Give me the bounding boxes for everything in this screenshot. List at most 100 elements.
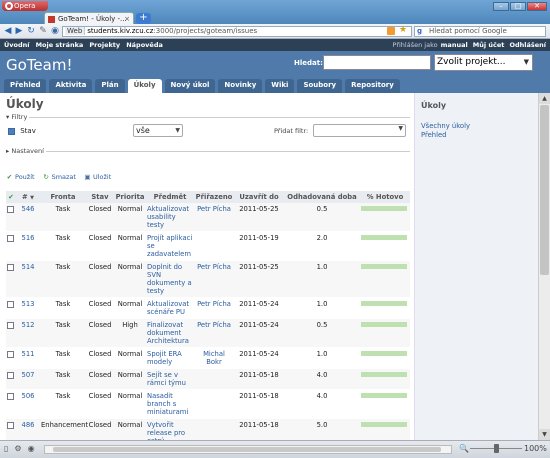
- issue-id-link[interactable]: 507: [22, 371, 35, 379]
- column-header-due-date[interactable]: Uzavřít do: [234, 191, 284, 203]
- turbo-icon[interactable]: ◉: [28, 444, 35, 453]
- issue-subject-link[interactable]: Projít aplikaci se zadavatelem: [147, 234, 192, 258]
- add-filter-select[interactable]: ▼: [313, 124, 406, 137]
- filter-operator-select[interactable]: vše ▼: [133, 124, 183, 137]
- issue-id-link[interactable]: 512: [22, 321, 35, 329]
- column-header-done[interactable]: % Hotovo: [360, 191, 410, 203]
- table-row[interactable]: 511 Task Closed Normal Spojit ERA modely Mich…: [6, 347, 410, 369]
- opera-menu-button[interactable]: Opera: [2, 1, 48, 11]
- horizontal-scrollbar[interactable]: [44, 445, 452, 454]
- settings-legend[interactable]: ▸ Nastavení: [6, 147, 46, 155]
- tab-files[interactable]: Soubory: [297, 79, 343, 93]
- reload-icon[interactable]: ↻: [26, 26, 36, 36]
- sidebar-link-summary[interactable]: Přehled: [421, 131, 532, 140]
- scroll-up-icon[interactable]: ▲: [539, 93, 550, 104]
- row-checkbox[interactable]: [7, 300, 14, 308]
- issue-id-link[interactable]: 546: [22, 205, 35, 213]
- table-row[interactable]: 506 Task Closed Normal Nasadit branch s mini…: [6, 389, 410, 419]
- filter-stav-checkbox[interactable]: [8, 127, 15, 135]
- forward-icon[interactable]: ▶: [14, 26, 24, 36]
- tab-news[interactable]: Novinky: [218, 79, 263, 93]
- scrollbar-thumb[interactable]: [540, 105, 549, 275]
- issue-assignee-link[interactable]: Petr Pícha: [197, 263, 231, 271]
- issue-assignee-link[interactable]: Michal Bokr: [203, 350, 225, 366]
- logged-in-user[interactable]: manual: [441, 41, 468, 49]
- tab-activity[interactable]: Aktivita: [49, 79, 93, 93]
- tab-issues[interactable]: Úkoly: [127, 79, 162, 93]
- row-checkbox[interactable]: [7, 350, 14, 358]
- issue-subject-link[interactable]: Aktualizovat scénáře PU: [147, 300, 189, 316]
- row-checkbox[interactable]: [7, 392, 14, 400]
- column-header-priority[interactable]: Priorita: [114, 191, 146, 203]
- clear-button[interactable]: ↻ Smazat: [43, 173, 76, 181]
- edit-icon[interactable]: ✎: [38, 26, 48, 36]
- column-header-subject[interactable]: Předmět: [146, 191, 194, 203]
- column-header-estimate[interactable]: Odhadovaná doba: [284, 191, 360, 203]
- zoom-slider[interactable]: [470, 444, 522, 453]
- new-tab-button[interactable]: +: [136, 13, 151, 24]
- issue-subject-link[interactable]: Sejít se v rámci týmu: [147, 371, 186, 387]
- issue-id-link[interactable]: 511: [22, 350, 35, 358]
- issue-id-link[interactable]: 486: [22, 421, 35, 429]
- issue-assignee-link[interactable]: Petr Pícha: [197, 205, 231, 213]
- column-header-assignee[interactable]: Přiřazeno: [194, 191, 234, 203]
- row-checkbox[interactable]: [7, 263, 14, 271]
- row-checkbox[interactable]: [7, 371, 14, 379]
- row-checkbox[interactable]: [7, 421, 14, 429]
- vertical-scrollbar[interactable]: ▲ ▼: [538, 93, 550, 440]
- issue-subject-link[interactable]: Vytvořit release pro ostrý: [147, 421, 185, 440]
- issue-subject-link[interactable]: Aktualizovat usability testy: [147, 205, 189, 229]
- sidebar-link-all-issues[interactable]: Všechny úkoly: [421, 122, 532, 131]
- tab-roadmap[interactable]: Plán: [95, 79, 125, 93]
- panel-toggle-icon[interactable]: ▯: [4, 444, 8, 453]
- filters-legend[interactable]: ▾ Filtry: [6, 113, 30, 121]
- table-row[interactable]: 546 Task Closed Normal Aktualizovat usabilit…: [6, 203, 410, 232]
- row-checkbox[interactable]: [7, 205, 14, 213]
- column-header-id[interactable]: # ▼: [16, 191, 40, 203]
- top-menu-home[interactable]: Úvodní: [4, 41, 30, 49]
- issue-id-link[interactable]: 513: [22, 300, 35, 308]
- close-window-button[interactable]: ✕: [527, 2, 547, 11]
- back-icon[interactable]: ◀: [3, 26, 13, 36]
- rss-icon[interactable]: [387, 27, 395, 35]
- tab-repository[interactable]: Repository: [345, 79, 400, 93]
- tab-wiki[interactable]: Wiki: [265, 79, 295, 93]
- top-menu-projects[interactable]: Projekty: [89, 41, 120, 49]
- horizontal-scrollbar-thumb[interactable]: [53, 447, 441, 452]
- issue-assignee-link[interactable]: Petr Pícha: [197, 300, 231, 308]
- column-header-tracker[interactable]: Fronta: [40, 191, 86, 203]
- google-search-input[interactable]: g Hledat pomocí Google: [414, 26, 546, 37]
- table-row[interactable]: 513 Task Closed Normal Aktualizovat scénáře …: [6, 297, 410, 319]
- project-jump-select[interactable]: Zvolit projekt... ▼: [434, 54, 533, 71]
- column-header-status[interactable]: Stav: [86, 191, 114, 203]
- tab-new-issue[interactable]: Nový úkol: [164, 79, 216, 93]
- save-button[interactable]: ▣ Uložit: [84, 173, 111, 181]
- zoom-knob[interactable]: [494, 444, 499, 453]
- top-menu-help[interactable]: Nápověda: [126, 41, 163, 49]
- issue-subject-link[interactable]: Spojit ERA modely: [147, 350, 182, 366]
- table-row[interactable]: 516 Task Closed Normal Projít aplikaci se za…: [6, 231, 410, 261]
- settings-gear-icon[interactable]: ⚙: [14, 444, 21, 453]
- top-menu-my-page[interactable]: Moje stránka: [36, 41, 84, 49]
- issue-subject-link[interactable]: Finalizovat dokument Architektura: [147, 321, 189, 345]
- issue-id-link[interactable]: 516: [22, 234, 35, 242]
- tab-overview[interactable]: Přehled: [4, 79, 47, 93]
- minimize-button[interactable]: –: [493, 2, 509, 11]
- apply-button[interactable]: ✔ Použít: [6, 173, 35, 181]
- address-input[interactable]: Web students.kiv.zcu.cz:3000/projects/got…: [62, 26, 412, 37]
- bookmark-star-icon[interactable]: ★: [399, 25, 407, 35]
- my-account-link[interactable]: Můj účet: [473, 41, 505, 49]
- issue-id-link[interactable]: 506: [22, 392, 35, 400]
- maximize-button[interactable]: □: [510, 2, 526, 11]
- issue-subject-link[interactable]: Doplnit do SVN dokumenty a testy: [147, 263, 192, 295]
- table-row[interactable]: 514 Task Closed Normal Doplnit do SVN dokume…: [6, 260, 410, 298]
- table-row[interactable]: 486 Enhancement Closed Normal Vytvořit relea…: [6, 418, 410, 440]
- issue-subject-link[interactable]: Nasadit branch s miniaturami: [147, 392, 188, 416]
- select-all-icon[interactable]: ✔: [6, 191, 16, 203]
- table-row[interactable]: 512 Task Closed High Finalizovat dokument Ar…: [6, 318, 410, 348]
- search-input[interactable]: [323, 55, 431, 70]
- scroll-down-icon[interactable]: ▼: [539, 429, 550, 440]
- table-row[interactable]: 507 Task Closed Normal Sejít se v rámci týmu…: [6, 368, 410, 390]
- row-checkbox[interactable]: [7, 321, 14, 329]
- row-checkbox[interactable]: [7, 234, 14, 242]
